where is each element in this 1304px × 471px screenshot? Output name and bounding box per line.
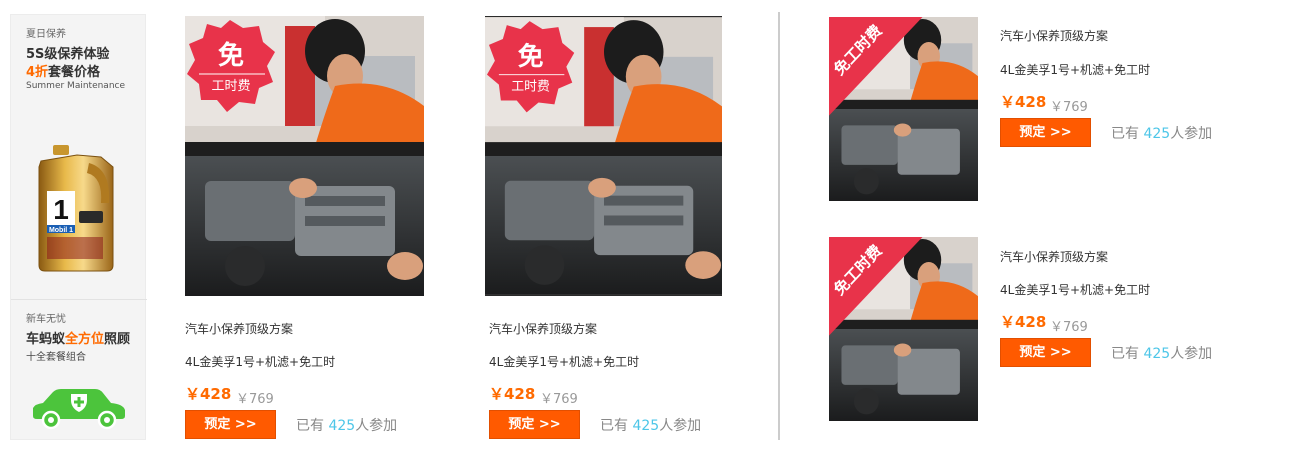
mechanic-engine-photo: 免工时费: [829, 237, 978, 421]
product-image[interactable]: 免 工时费: [185, 16, 424, 296]
mechanic-engine-photo: 免 工时费: [185, 16, 424, 296]
product-old-price: ￥769: [1050, 320, 1088, 335]
product-image[interactable]: 免 工时费: [485, 16, 722, 296]
promo-title: 车蚂蚁全方位照顾: [26, 332, 131, 347]
promo-tag: 新车无忧: [26, 314, 66, 325]
product-title[interactable]: 汽车小保养顶级方案: [489, 320, 597, 337]
badge-top-text: 免: [518, 41, 544, 72]
participants-count: 已有 425人参加: [1111, 346, 1213, 362]
participants-count: 已有 425人参加: [600, 418, 702, 434]
mechanic-engine-photo: 免工时费: [829, 17, 978, 201]
product-price: ￥428: [185, 385, 232, 403]
participants-count: 已有 425人参加: [1111, 126, 1213, 142]
reserve-button[interactable]: 预定 >>: [185, 410, 276, 439]
promo-english: Summer Maintenance: [26, 81, 126, 91]
badge-bottom-text: 工时费: [511, 80, 550, 95]
product-price: ￥428: [1000, 313, 1047, 331]
mechanic-engine-photo: 免 工时费: [485, 17, 722, 295]
product-old-price: ￥769: [236, 392, 274, 407]
summer-maintenance-promo[interactable]: 夏日保养 5S级保养体验 4折套餐价格 Summer Maintenance 1…: [11, 15, 147, 297]
product-desc: 4L金美孚1号+机滤+免工时: [185, 355, 336, 369]
promo-subtitle: 十全套餐组合: [26, 352, 86, 363]
product-price: ￥428: [489, 385, 536, 403]
new-car-care-promo[interactable]: 新车无忧 车蚂蚁全方位照顾 十全套餐组合: [11, 299, 147, 441]
promo-tag: 夏日保养: [26, 29, 66, 40]
product-image[interactable]: 免工时费: [829, 237, 978, 421]
badge-bottom-text: 工时费: [211, 79, 250, 94]
product-desc: 4L金美孚1号+机滤+免工时: [1000, 63, 1151, 77]
oil-brand-label: Mobil 1: [49, 227, 73, 234]
reserve-button[interactable]: 预定 >>: [1000, 338, 1091, 367]
svg-text:1: 1: [53, 194, 69, 225]
product-desc: 4L金美孚1号+机滤+免工时: [1000, 283, 1151, 297]
reserve-button[interactable]: 预定 >>: [489, 410, 580, 439]
promo-title: 5S级保养体验: [26, 47, 110, 62]
badge-top-text: 免: [218, 40, 244, 71]
motor-oil-bottle-icon: 1 Mobil 1: [38, 145, 114, 272]
column-divider: [778, 12, 780, 440]
promo-subtitle: 4折套餐价格: [26, 65, 101, 80]
reserve-button[interactable]: 预定 >>: [1000, 118, 1091, 147]
product-old-price: ￥769: [540, 392, 578, 407]
product-title[interactable]: 汽车小保养顶级方案: [1000, 27, 1108, 44]
product-price: ￥428: [1000, 93, 1047, 111]
product-title[interactable]: 汽车小保养顶级方案: [1000, 248, 1108, 265]
participants-count: 已有 425人参加: [296, 418, 398, 434]
sidebar-promos: 夏日保养 5S级保养体验 4折套餐价格 Summer Maintenance 1…: [10, 14, 147, 441]
green-car-icon: [33, 389, 125, 430]
product-image[interactable]: 免工时费: [829, 17, 978, 201]
product-title[interactable]: 汽车小保养顶级方案: [185, 320, 293, 337]
product-desc: 4L金美孚1号+机滤+免工时: [489, 355, 640, 369]
product-old-price: ￥769: [1050, 100, 1088, 115]
